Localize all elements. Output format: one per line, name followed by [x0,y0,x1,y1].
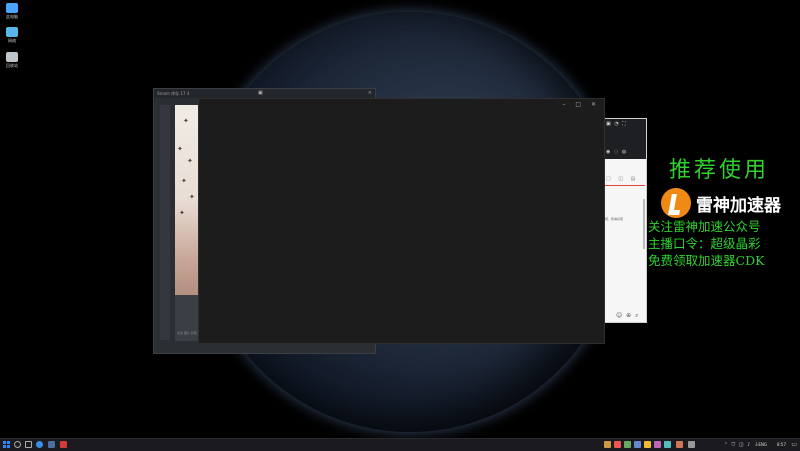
tray-app-icon[interactable] [676,441,683,448]
window-sidebar [160,105,170,340]
bird-icon: ✦ [189,193,195,201]
desktop-icon-label: 此电脑 [6,14,18,19]
promo-line: 免费领取加速器CDK [648,253,765,268]
promo-logo-text: 雷神加速器 [696,195,781,216]
promo-logo: 雷神加速器 [642,188,800,218]
task-view-icon[interactable] [25,441,32,448]
browser-icon[interactable] [36,441,43,448]
tray-app-icon[interactable] [614,441,621,448]
search-icon[interactable] [14,441,21,448]
list-markers: · · · · [606,248,607,291]
computer-icon [6,3,18,13]
side-panel-tabs[interactable]: □ ◫ ▤ [606,176,638,182]
toolbar-icons[interactable]: ▣ ◔ ⛶ [606,121,627,127]
main-window[interactable]: – □ ✕ [198,98,605,344]
desktop-icon-computer[interactable]: 此电脑 [2,3,22,19]
app-icon[interactable] [60,441,67,448]
clock[interactable]: 8:57 [777,442,786,447]
tray-app-icon[interactable] [664,441,671,448]
tab-indicator [605,185,645,186]
toolbar-icons-secondary[interactable]: ◉ ◌ ◍ [606,149,627,155]
tray-app-icon[interactable] [688,441,695,448]
taskbar: ⌃ ⛉ ◫ ♪ ⏚ ENG 8:57 ▭ [0,438,800,451]
promo-line: 主播口令：超级晶彩 [648,236,761,251]
tray-app-icon[interactable] [654,441,661,448]
side-panel-window[interactable]: ▣ ◔ ⛶ ◉ ◌ ◍ □ ◫ ▤ 吧，乾嘛好吧 · · · · ☺ ⊕ ⌕ [603,118,647,323]
window-controls[interactable]: – □ ✕ [562,101,600,108]
desktop-icon-label: 网络 [8,38,16,43]
tray-app-icon[interactable] [644,441,651,448]
close-button[interactable]: × [368,89,372,98]
bird-icon: ✦ [187,157,193,165]
window-titlebar[interactable]: Steam 库存 17 4 ▣ × [154,89,375,98]
promo-title: 推荐使用 [668,158,769,183]
bird-icon: ✦ [177,145,183,153]
window-icon: ▣ [258,90,263,96]
notification-icon[interactable]: ▭ [791,441,797,448]
desktop-icon-label: 回收站 [6,63,18,68]
bird-icon: ✦ [181,177,187,185]
leigod-logo-icon [661,188,691,218]
side-panel-actions[interactable]: ☺ ⊕ ⌕ [616,312,639,320]
windows-start-icon[interactable] [3,441,10,448]
desktop-icon-recycle-bin[interactable]: 回收站 [2,52,22,68]
tray-app-icon[interactable] [604,441,611,448]
desktop-icon-network[interactable]: 网络 [2,27,22,43]
tray-app-icon[interactable] [624,441,631,448]
tray-app-icon[interactable] [634,441,641,448]
language-indicator[interactable]: ENG [758,442,767,447]
promo-overlay: 推荐使用 雷神加速器 关注雷神加速公众号 主播口令：超级晶彩 免费领取加速器CD… [642,152,800,269]
bird-icon: ✦ [183,117,189,125]
system-tray[interactable]: ⌃ ⛉ ◫ ♪ ⏚ [724,441,760,448]
recycle-bin-icon [6,52,18,62]
message-snippet: 吧，乾嘛好吧 [605,217,624,221]
promo-line: 关注雷神加速公众号 [648,219,761,234]
window-title: Steam 库存 17 4 [157,91,190,96]
steam-icon[interactable] [48,441,55,448]
network-icon [6,27,18,37]
bird-icon: ✦ [179,209,185,217]
